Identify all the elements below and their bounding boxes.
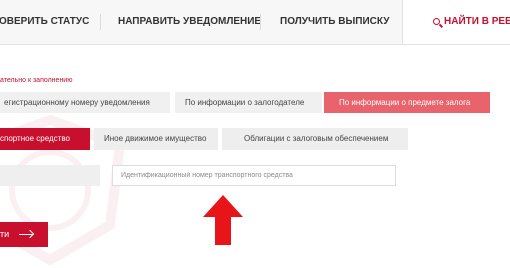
top-nav: ОВЕРИТЬ СТАТУС НАПРАВИТЬ УВЕДОМЛЕНИЕ ПОЛ… bbox=[0, 0, 510, 45]
subtab-other-movable-property[interactable]: Иное движимое имущество bbox=[94, 128, 218, 150]
nav-divider bbox=[260, 14, 261, 30]
tab-by-registration-number[interactable]: егистрационному номеру уведомления bbox=[0, 92, 170, 113]
nav-check-status[interactable]: ОВЕРИТЬ СТАТУС bbox=[0, 0, 89, 44]
tab-by-pledge-subject-info[interactable]: По информации о предмете залога bbox=[324, 92, 490, 113]
nav-send-notification[interactable]: НАПРАВИТЬ УВЕДОМЛЕНИЕ bbox=[118, 0, 261, 44]
subtab-secured-bonds[interactable]: Облигации с залоговым обеспечением bbox=[222, 128, 408, 150]
search-button[interactable]: ти bbox=[0, 222, 48, 247]
nav-find-label: НАЙТИ В РЕЕСТ bbox=[444, 16, 510, 27]
annotation-arrow-icon bbox=[203, 195, 243, 245]
search-button-label: ти bbox=[0, 229, 10, 239]
tab-by-pledgor-info[interactable]: По информации о залогодателе bbox=[175, 92, 322, 113]
required-note: ательно к заполнению bbox=[0, 77, 73, 84]
nav-find-in-registry[interactable]: НАЙТИ В РЕЕСТ bbox=[402, 0, 510, 44]
search-icon bbox=[433, 18, 440, 25]
vin-input[interactable] bbox=[112, 165, 396, 186]
field-placeholder-block bbox=[0, 165, 100, 186]
arrow-right-icon bbox=[19, 234, 33, 235]
subtab-vehicle[interactable]: спортное средство bbox=[0, 128, 90, 150]
nav-get-extract[interactable]: ПОЛУЧИТЬ ВЫПИСКУ bbox=[280, 0, 389, 44]
nav-divider bbox=[100, 14, 101, 30]
